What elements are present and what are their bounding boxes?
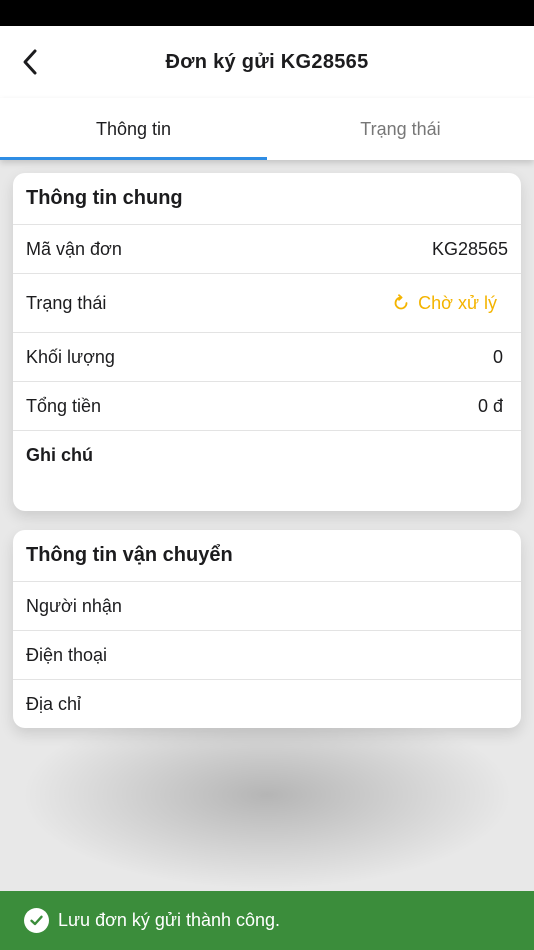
back-button[interactable] — [12, 44, 48, 80]
status-row: Trạng thái Chờ xử lý — [13, 273, 521, 332]
receiver-row: Người nhận — [13, 581, 521, 630]
weight-label: Khối lượng — [26, 346, 115, 367]
total-value: 0 đ — [477, 395, 503, 416]
check-circle-icon — [24, 908, 49, 933]
weight-value: 0 — [492, 346, 503, 367]
shipping-info-title: Thông tin vận chuyển — [26, 544, 233, 566]
toast-message: Lưu đơn ký gửi thành công. — [58, 910, 281, 930]
phone-row: Điện thoại — [13, 630, 521, 679]
waybill-row: Mã vận đơn KG28565 — [13, 224, 521, 273]
address-label: Địa chỉ — [26, 693, 82, 714]
receiver-label: Người nhận — [26, 595, 122, 616]
status-bar — [0, 0, 534, 26]
weight-row: Khối lượng 0 — [13, 332, 521, 381]
success-toast: Lưu đơn ký gửi thành công. — [0, 891, 534, 950]
address-row: Địa chỉ — [13, 679, 521, 728]
tab-info[interactable]: Thông tin — [0, 98, 267, 160]
general-info-card: Thông tin chung Mã vận đơn KG28565 Trạng… — [13, 173, 521, 511]
tab-bar: Thông tin Trạng thái — [0, 98, 534, 160]
status-value: Chờ xử lý — [418, 292, 497, 313]
phone-label: Điện thoại — [26, 644, 108, 665]
app-header: Đơn ký gửi KG28565 — [0, 26, 534, 98]
tab-status[interactable]: Trạng thái — [267, 98, 534, 160]
page-title: Đơn ký gửi KG28565 — [165, 50, 369, 73]
status-badge: Chờ xử lý — [392, 293, 508, 314]
waybill-label: Mã vận đơn — [26, 238, 122, 259]
note-label: Ghi chú — [26, 444, 93, 465]
total-row: Tổng tiền 0 đ — [13, 381, 521, 430]
background-shadow — [20, 700, 514, 890]
refresh-icon — [394, 294, 408, 310]
general-info-title: Thông tin chung — [26, 187, 183, 209]
total-label: Tổng tiền — [26, 395, 102, 416]
waybill-value: KG28565 — [431, 238, 508, 259]
note-row: Ghi chú — [13, 430, 521, 479]
status-label: Trạng thái — [26, 292, 107, 313]
chevron-left-icon — [23, 49, 37, 75]
shipping-info-card: Thông tin vận chuyển Người nhận Điện tho… — [13, 530, 521, 728]
